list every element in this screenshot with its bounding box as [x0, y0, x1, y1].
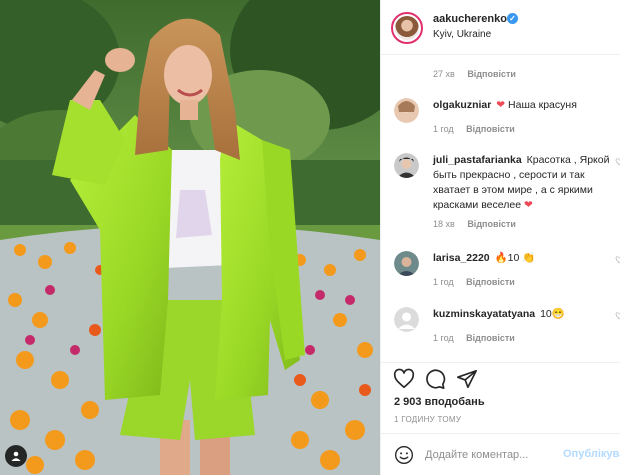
post-side-panel: aakucherenko ✓ Kyiv, Ukraine 27 хв Відпо… [380, 0, 620, 475]
comment-input[interactable] [425, 446, 555, 464]
commenter-avatar[interactable] [394, 251, 419, 276]
heart-icon[interactable] [393, 368, 415, 390]
comment-text: 10 [507, 252, 520, 264]
heart-icon[interactable]: ♡ [615, 255, 620, 266]
commenter-avatar[interactable] [394, 153, 419, 178]
heart-emoji-icon: ❤ [496, 99, 506, 111]
reply-button[interactable]: Відповісти [467, 69, 516, 79]
post-header: aakucherenko ✓ Kyiv, Ukraine [381, 0, 620, 55]
heart-icon[interactable]: ♡ [615, 311, 620, 322]
comment-text: 10 [540, 308, 552, 320]
reply-button[interactable]: Відповісти [466, 277, 515, 287]
user-tag-icon[interactable] [5, 445, 27, 467]
author-avatar[interactable] [391, 12, 423, 44]
comment-username[interactable]: kuzminskayatatyana [433, 308, 535, 320]
clap-emoji-icon: 👏 [522, 252, 536, 264]
reply-button[interactable]: Відповісти [466, 333, 515, 343]
likes-count[interactable]: 2 903 вподобань [394, 396, 485, 408]
reply-button[interactable]: Відповісти [467, 219, 516, 229]
user-tag-glyph [11, 451, 21, 461]
laugh-emoji-icon: 😁 [551, 308, 565, 320]
comment-text: Наша красуня [508, 99, 577, 111]
heart-icon[interactable]: ♡ [615, 157, 620, 168]
comment-age: 1 год [433, 124, 454, 134]
post-comment-button[interactable]: Опублікува [563, 448, 620, 460]
comment-age: 18 хв [433, 219, 455, 229]
caption-age: 27 хв [433, 69, 455, 79]
comment-meta: 1 год Відповісти [433, 333, 515, 343]
comment-username[interactable]: juli_pastafarianka [433, 154, 522, 166]
comment-meta: 18 хв Відповісти [433, 219, 516, 229]
fire-emoji-icon: 🔥 [494, 252, 508, 264]
comment-username[interactable]: olgakuzniar [433, 99, 491, 111]
comment-meta: 1 год Відповісти [433, 124, 515, 134]
comment-age: 1 год [433, 277, 454, 287]
share-icon[interactable] [456, 368, 478, 390]
comment-body: juli_pastafarianka Красотка , Яркой быть… [433, 153, 611, 213]
post-photo[interactable] [0, 0, 380, 475]
comment-icon[interactable] [424, 368, 446, 390]
post-time: 1 ГОДИНУ ТОМУ [394, 415, 462, 424]
comment-body: kuzminskayatatyana 10😁 [433, 307, 611, 322]
heart-emoji-icon: ❤ [523, 199, 533, 211]
comment-body: larisa_2220 🔥10 👏 [433, 251, 611, 266]
author-username[interactable]: aakucherenko [433, 13, 507, 25]
post-image [0, 0, 380, 475]
post-location[interactable]: Kyiv, Ukraine [433, 29, 491, 40]
reply-button[interactable]: Відповісти [466, 124, 515, 134]
comment-username[interactable]: larisa_2220 [433, 252, 490, 264]
verified-badge-icon: ✓ [507, 13, 518, 24]
comment-body: olgakuzniar ❤ Наша красуня [433, 98, 611, 113]
post-actions: 2 903 вподобань 1 ГОДИНУ ТОМУ [381, 362, 620, 432]
comment-age: 1 год [433, 333, 454, 343]
emoji-icon[interactable] [394, 445, 414, 465]
caption-meta: 27 хв Відповісти [433, 69, 516, 79]
comment-meta: 1 год Відповісти [433, 277, 515, 287]
add-comment-bar: Опублікува [381, 433, 620, 475]
commenter-avatar[interactable] [394, 307, 419, 332]
comments-list: 27 хв Відповісти olgakuzniar ❤ Наша крас… [381, 56, 620, 361]
commenter-avatar[interactable] [394, 98, 419, 123]
